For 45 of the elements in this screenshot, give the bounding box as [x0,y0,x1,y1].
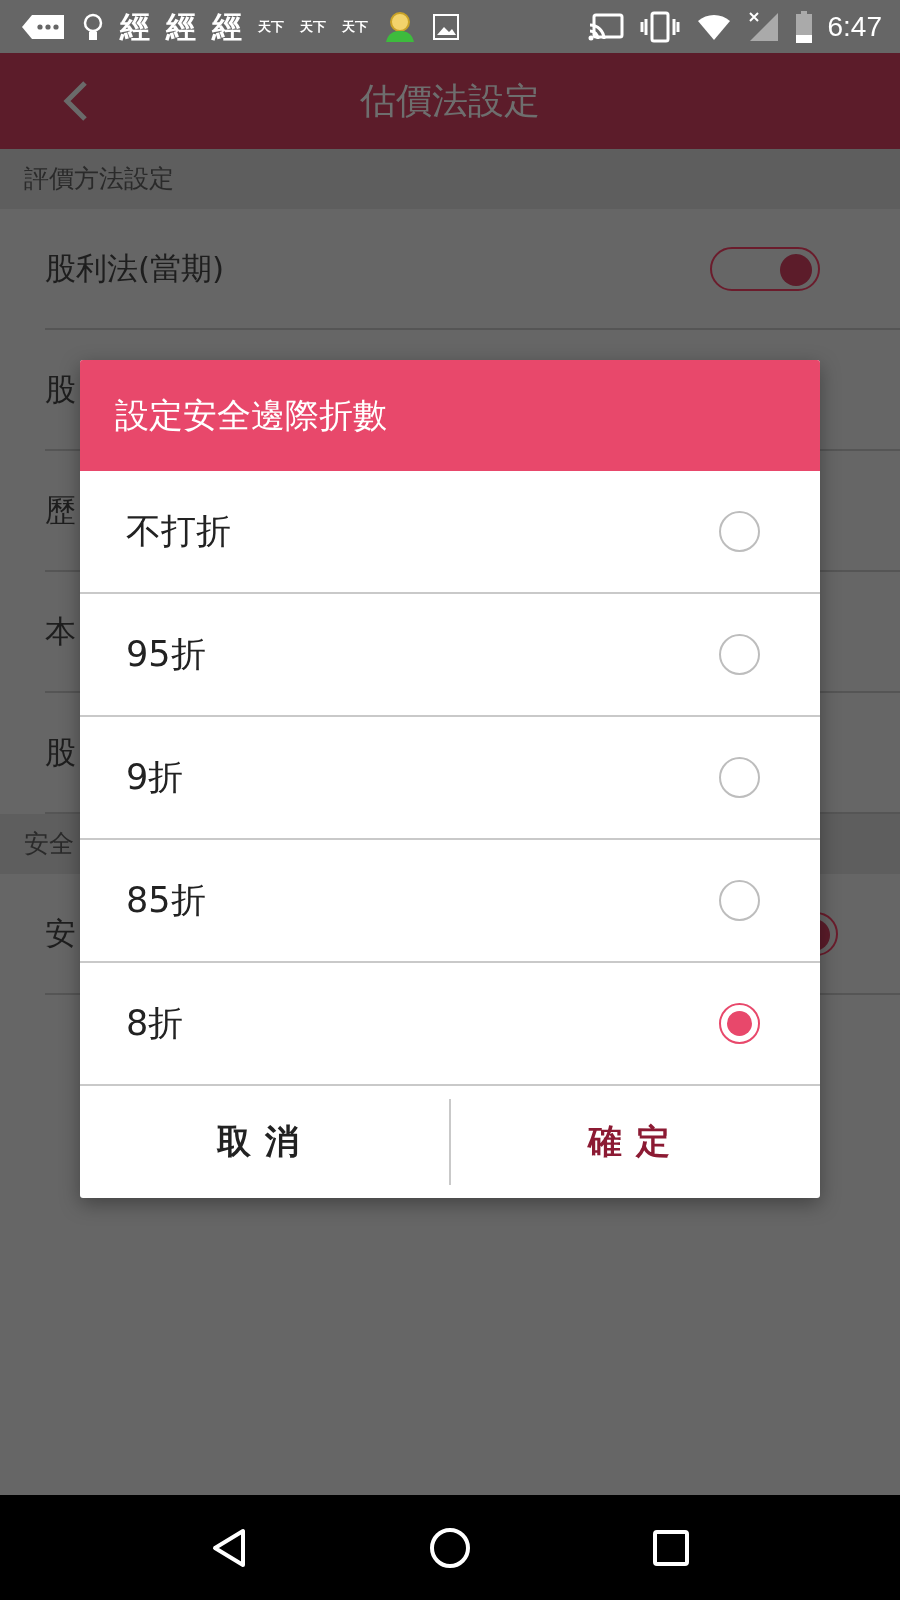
image-icon [432,12,460,41]
notification-text: 經 [212,9,242,44]
radio-button[interactable] [719,880,760,921]
person-icon [384,10,416,43]
radio-button[interactable] [719,634,760,675]
option-row[interactable]: 9折 [80,717,820,840]
notification-text: 天下 [258,17,284,36]
option-row[interactable]: 85折 [80,840,820,963]
radio-button[interactable] [719,1003,760,1044]
setting-label: 安 [45,913,76,953]
cellular-signal-icon [747,10,780,43]
dialog-title: 設定安全邊際折數 [80,360,820,471]
option-label: 8折 [126,1002,184,1045]
notification-text: 經 [120,9,150,44]
cast-icon [587,12,624,41]
option-row[interactable]: 不打折 [80,471,820,594]
setting-label: 本 [45,611,76,651]
radio-button[interactable] [719,511,760,552]
setting-label: 歷 [45,490,76,530]
setting-label: 股 [45,369,76,409]
option-label: 85折 [126,879,206,922]
radio-button[interactable] [719,757,760,798]
back-nav-button[interactable] [211,1527,247,1568]
option-label: 95折 [126,633,206,676]
notification-text: 天下 [342,17,368,36]
wifi-icon [695,12,732,41]
confirm-button[interactable]: 確定 [451,1086,820,1198]
vibrate-icon [639,10,680,43]
message-icon [20,12,66,41]
toggle-switch[interactable] [710,246,820,291]
recents-button[interactable] [653,1529,689,1566]
option-label: 不打折 [126,510,231,553]
option-label: 9折 [126,756,184,799]
option-row[interactable]: 8折 [80,963,820,1086]
home-button[interactable] [429,1526,471,1569]
battery-icon [795,10,812,43]
notification-text: 天下 [300,17,326,36]
lightbulb-icon [82,11,104,42]
option-row[interactable]: 95折 [80,594,820,717]
setting-label: 股 [45,732,76,772]
cancel-button[interactable]: 取消 [80,1086,449,1198]
setting-label: 股利法(當期) [45,248,225,288]
notification-text: 經 [166,9,196,44]
status-time: 6:47 [827,10,882,43]
screen-title: 估價法設定 [359,78,541,123]
